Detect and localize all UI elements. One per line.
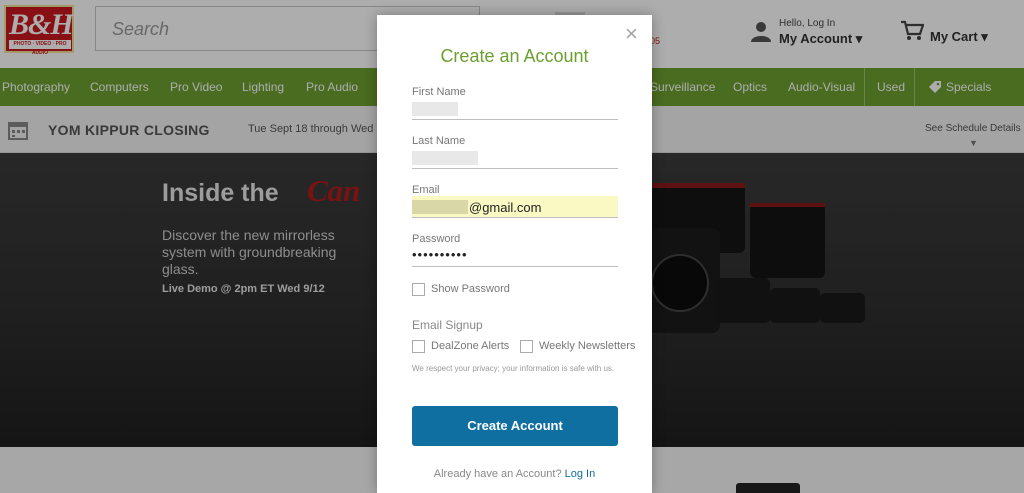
close-icon[interactable]: × — [625, 23, 638, 45]
login-link[interactable]: Log In — [565, 468, 596, 480]
newsletters-label[interactable]: Weekly Newsletters — [539, 340, 635, 352]
redacted-value — [412, 102, 458, 116]
dealzone-label[interactable]: DealZone Alerts — [431, 340, 509, 352]
show-password-checkbox[interactable] — [412, 283, 425, 296]
first-name-label: First Name — [412, 86, 466, 98]
email-value: @gmail.com — [469, 200, 542, 215]
privacy-note: We respect your privacy; your informatio… — [412, 364, 615, 373]
login-prompt-text: Already have an Account? — [433, 468, 562, 480]
create-account-button[interactable]: Create Account — [412, 406, 618, 446]
first-name-field[interactable] — [412, 98, 618, 120]
last-name-field[interactable] — [412, 147, 618, 169]
email-label: Email — [412, 184, 440, 196]
redacted-value — [412, 200, 468, 214]
login-prompt: Already have an Account? Log In — [377, 468, 652, 480]
modal-title: Create an Account — [440, 46, 589, 66]
email-signup-options: DealZone Alerts Weekly Newsletters — [412, 340, 642, 354]
password-value: •••••••••• — [412, 247, 468, 262]
password-field[interactable]: •••••••••• — [412, 245, 618, 267]
show-password-label[interactable]: Show Password — [431, 283, 510, 295]
email-field[interactable]: @gmail.com — [412, 196, 618, 218]
create-account-modal: × Create an Account First Name Last Name… — [377, 15, 652, 493]
last-name-label: Last Name — [412, 135, 466, 147]
redacted-value — [412, 151, 478, 165]
password-label: Password — [412, 233, 461, 245]
dealzone-checkbox[interactable] — [412, 340, 425, 353]
newsletters-checkbox[interactable] — [520, 340, 533, 353]
email-signup-title: Email Signup — [412, 318, 483, 332]
